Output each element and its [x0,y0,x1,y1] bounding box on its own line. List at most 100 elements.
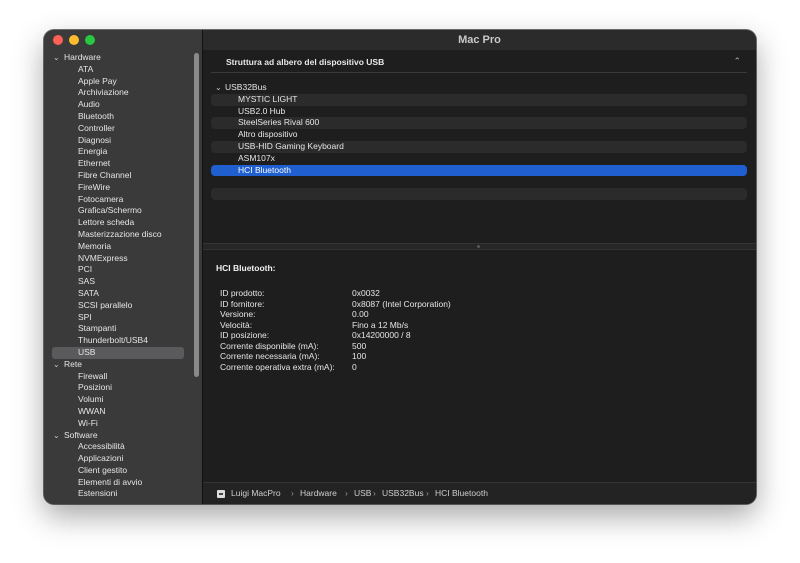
path-item[interactable]: Luigi MacPro [231,488,281,498]
sidebar-item[interactable]: WWAN [44,406,194,418]
path-separator-icon: › [373,488,376,498]
property-row: Versione: 0.00 [220,309,451,320]
sidebar-item[interactable]: SAS [44,276,194,288]
sidebar-item[interactable]: ATA [44,64,194,76]
sidebar-item-label: SPI [78,311,92,322]
property-row: Corrente operativa extra (mA): 0 [220,362,451,373]
sidebar-item-label: Volumi [78,394,104,405]
tree-row[interactable]: USB2.0 Hub [211,106,747,118]
path-item[interactable]: HCI Bluetooth [435,488,488,498]
sidebar-item[interactable]: Apple Pay [44,76,194,88]
sidebar-item[interactable]: Thunderbolt/USB4 [44,335,194,347]
property-value: 100 [352,351,367,361]
chevron-down-icon[interactable]: ⌄ [53,52,60,64]
title-bar: Mac Pro [203,30,756,50]
sidebar-item[interactable]: USB [44,346,194,359]
sidebar-item[interactable]: Estensioni [44,488,194,500]
sidebar-item[interactable]: Accessibilità [44,441,194,453]
sidebar-item-label: Stampanti [78,323,117,334]
sidebar-group[interactable]: ⌄ Hardware [44,52,194,64]
sidebar-item[interactable]: Bluetooth [44,111,194,123]
tree-header[interactable]: Struttura ad albero del dispositivo USB … [211,53,747,73]
details-panel: HCI Bluetooth: ID prodotto: 0x0032 ID forn… [216,263,736,372]
sidebar-item[interactable]: Lettore scheda [44,217,194,229]
chevron-down-icon[interactable]: ⌄ [215,82,222,94]
tree-row[interactable]: MYSTIC LIGHT [211,93,747,106]
sidebar-item[interactable]: Masterizzazione disco [44,229,194,241]
sidebar-item[interactable]: Fibre Channel [44,170,194,182]
sidebar-item[interactable]: NVMExpress [44,253,194,265]
chevron-down-icon[interactable]: ⌄ [53,430,60,442]
tree-row[interactable] [211,176,747,188]
sidebar: ⌄ Hardware ATA Apple Pay Archiviazione Audio B… [44,30,203,504]
sidebar-item-label: SAS [78,276,96,287]
sidebar-item[interactable]: SPI [44,312,194,324]
property-row: ID prodotto: 0x0032 [220,288,451,299]
sidebar-item[interactable]: Audio [44,99,194,111]
sidebar-item[interactable]: SATA [44,288,194,300]
tree-row[interactable]: Altro dispositivo [211,129,747,141]
sidebar-item[interactable]: Ethernet [44,158,194,170]
zoom-button[interactable] [85,35,95,45]
sidebar-item[interactable]: Volumi [44,394,194,406]
sidebar-item[interactable]: Elementi di avvio [44,477,194,489]
tree-row[interactable]: ASM107x [211,153,747,165]
path-separator-icon: › [426,488,429,498]
sidebar-item[interactable]: Posizioni [44,382,194,394]
pane-splitter[interactable] [203,243,756,250]
sidebar-item[interactable]: Client gestito [44,465,194,477]
path-separator-icon: › [345,488,348,498]
sidebar-item-label: FireWire [78,181,111,192]
details-title: HCI Bluetooth: [216,263,276,273]
sidebar-item-label: Ethernet [78,158,111,169]
sidebar-scrollbar[interactable] [194,53,199,377]
tree-row[interactable]: USB-HID Gaming Keyboard [211,140,747,153]
sidebar-item[interactable]: Stampanti [44,323,194,335]
chevron-down-icon[interactable]: ⌄ [53,359,60,371]
sidebar-item-label: Archiviazione [78,87,129,98]
property-key: ID fornitore: [220,298,265,309]
close-button[interactable] [53,35,63,45]
sidebar-item[interactable]: Fotocamera [44,194,194,206]
path-item[interactable]: USB32Bus [382,488,424,498]
tree-row-label: Altro dispositivo [238,129,298,140]
sidebar-group[interactable]: ⌄ Rete [44,359,194,371]
sidebar-item[interactable]: Controller [44,123,194,135]
chevron-up-icon[interactable]: ⌃ [733,56,741,67]
sidebar-item[interactable]: Archiviazione [44,87,194,99]
tree-row[interactable] [211,188,747,200]
tree-row-label: USB2.0 Hub [238,105,286,116]
sidebar-item[interactable]: Firewall [44,371,194,383]
sidebar-item-label: Client gestito [78,464,128,475]
sidebar-group[interactable]: ⌄ Software [44,430,194,442]
sidebar-item-label: Software [64,429,98,440]
sidebar-item[interactable]: Applicazioni [44,453,194,465]
sidebar-item[interactable]: Diagnosi [44,135,194,147]
path-item[interactable]: USB [354,488,371,498]
tree-root-row[interactable]: ⌄ USB32Bus [211,82,747,94]
sidebar-item[interactable]: SCSI parallelo [44,300,194,312]
tree-row[interactable] [211,200,747,212]
property-value: 0.00 [352,309,369,319]
tree-header-title: Struttura ad albero del dispositivo USB [226,57,385,67]
property-value: 0 [352,361,357,372]
sidebar-item[interactable]: PCI [44,264,194,276]
path-item[interactable]: Hardware [300,488,337,498]
tree-row[interactable]: SteelSeries Rival 600 [211,117,747,130]
sidebar-item-label: Applicazioni [78,453,124,464]
property-key: Versione: [220,309,256,319]
sidebar-item-label: SATA [78,287,99,298]
splitter-handle-icon[interactable] [477,245,480,248]
tree-row-label: MYSTIC LIGHT [238,93,298,104]
sidebar-item-label: ATA [78,63,94,74]
tree-row[interactable]: HCI Bluetooth [211,164,747,177]
sidebar-item[interactable]: Energia [44,146,194,158]
sidebar-item[interactable]: Wi-Fi [44,418,194,430]
property-key: ID posizione: [220,330,270,340]
minimize-button[interactable] [69,35,79,45]
sidebar-item[interactable]: FireWire [44,182,194,194]
sidebar-item[interactable]: Memoria [44,241,194,253]
sidebar-item-label: Hardware [64,52,101,62]
sidebar-item[interactable]: Grafica/Schermo [44,205,194,217]
sidebar-item-label: Diagnosi [78,134,112,145]
